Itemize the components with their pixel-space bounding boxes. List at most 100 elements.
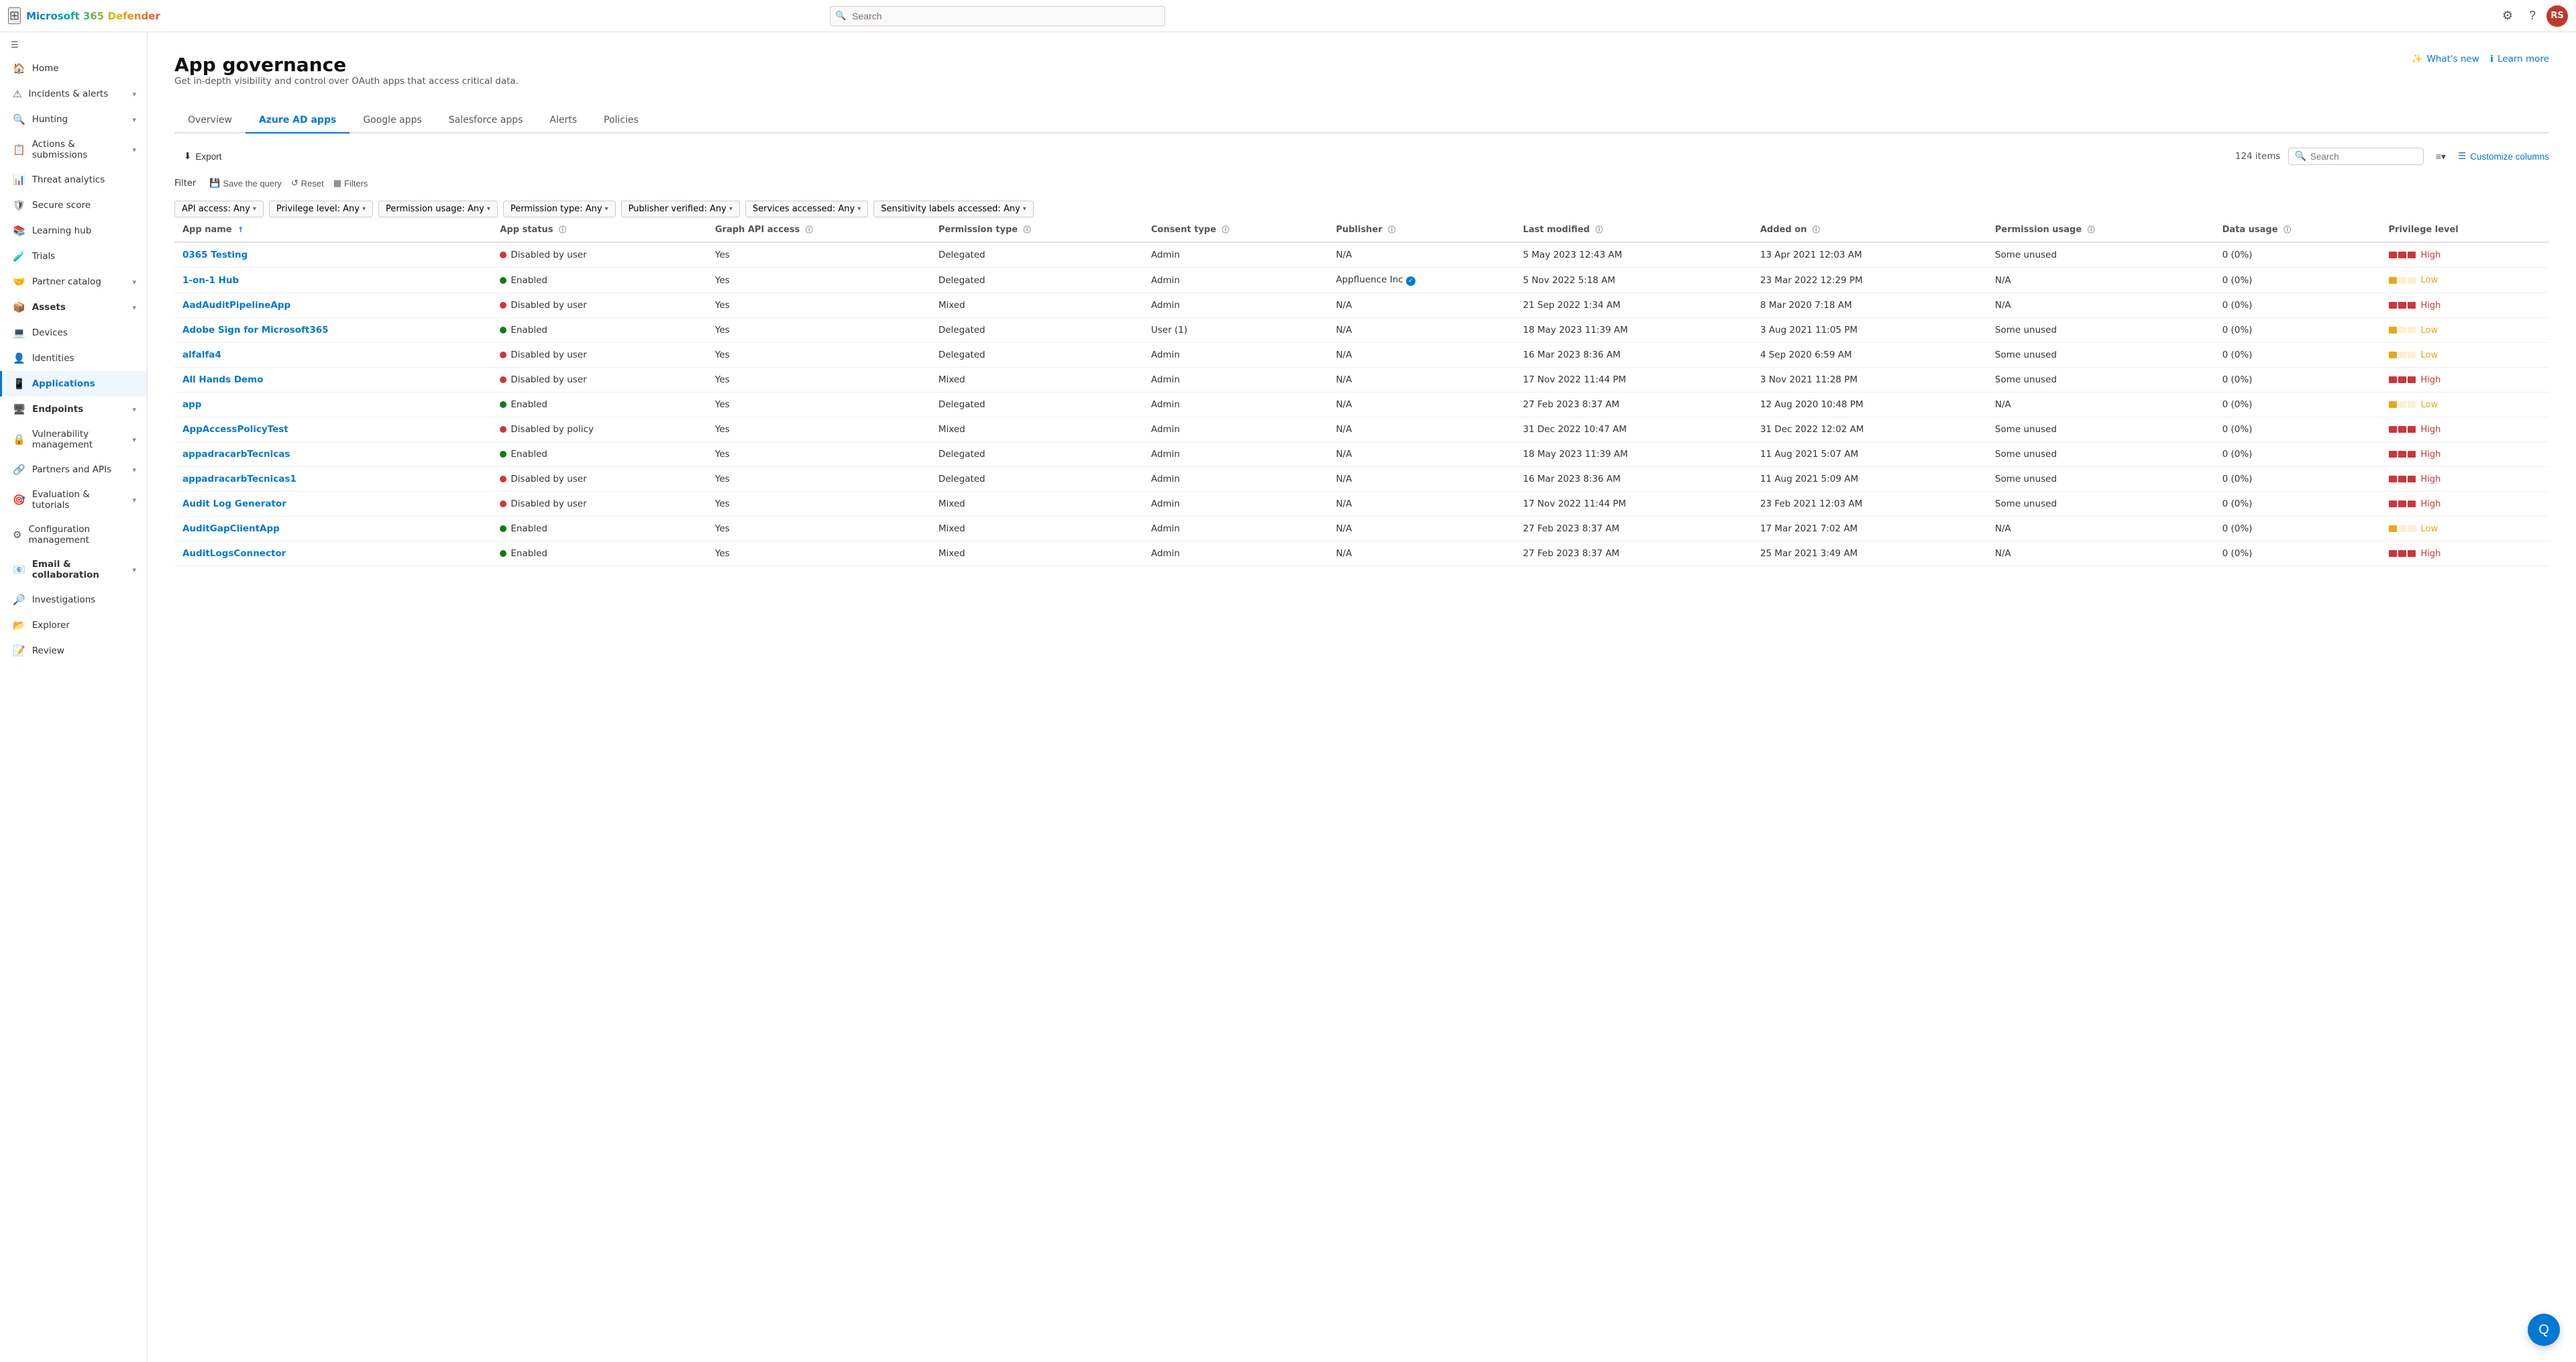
tab-google-apps[interactable]: Google apps [350, 108, 435, 134]
sidebar-item-applications[interactable]: 📱 Applications [0, 371, 147, 397]
save-query-button[interactable]: 💾 Save the query [207, 176, 284, 190]
app-name-link[interactable]: AuditGapClientApp [182, 523, 280, 534]
sidebar-item-home[interactable]: 🏠 Home [0, 56, 147, 81]
sidebar-collapse-button[interactable]: ☰ [0, 35, 147, 56]
filters-button[interactable]: ▦ Filters [331, 176, 371, 190]
brand-name: Microsoft 365 Defender [26, 10, 160, 22]
app-name-link[interactable]: alfalfa4 [182, 350, 221, 360]
tab-overview[interactable]: Overview [174, 108, 246, 134]
sidebar-section-endpoints[interactable]: 🖥 Endpoints ▾ [0, 397, 147, 422]
sidebar-label-endpoints: Endpoints [32, 404, 83, 415]
sidebar-item-devices[interactable]: 💻 Devices [0, 320, 147, 346]
filter-chip-services[interactable]: Services accessed: Any ▾ [745, 201, 868, 217]
app-name-link[interactable]: AuditLogsConnector [182, 548, 286, 559]
col-last-modified[interactable]: Last modified ⓘ [1515, 217, 1752, 242]
filter-chip-privilege[interactable]: Privilege level: Any ▾ [269, 201, 373, 217]
col-permission-usage[interactable]: Permission usage ⓘ [1987, 217, 2214, 242]
sidebar-section-email[interactable]: 📧 Email & collaboration ▾ [0, 552, 147, 587]
floating-action-button[interactable]: Q [2528, 1314, 2560, 1346]
col-publisher[interactable]: Publisher ⓘ [1328, 217, 1515, 242]
sidebar-item-config[interactable]: ⚙ Configuration management [0, 517, 147, 552]
sidebar-item-review[interactable]: 📝 Review [0, 638, 147, 664]
sidebar-item-trials[interactable]: 🧪 Trials [0, 244, 147, 269]
customize-columns-button[interactable]: ☰ Customize columns [2458, 151, 2549, 162]
learn-more-button[interactable]: ℹ Learn more [2490, 54, 2549, 64]
help-button[interactable]: ? [2524, 6, 2541, 25]
waffle-menu-button[interactable]: ⊞ [8, 7, 21, 24]
filter-chip-api-access[interactable]: API access: Any ▾ [174, 201, 264, 217]
sidebar-item-identities[interactable]: 👤 Identities [0, 346, 147, 371]
cell-publisher: N/A [1328, 293, 1515, 318]
sidebar-item-partner[interactable]: 🤝 Partner catalog ▾ [0, 269, 147, 295]
group-button[interactable]: ≡▾ [2432, 148, 2450, 165]
table-row: appadracarbTecnicas1 Disabled by user Ye… [174, 467, 2549, 492]
info-icon: ⓘ [1595, 225, 1603, 234]
export-button[interactable]: ⬇ Export [174, 147, 231, 166]
sidebar-item-partners[interactable]: 🔗 Partners and APIs ▾ [0, 457, 147, 482]
avatar[interactable]: RS [2546, 5, 2568, 27]
cell-consent-type: Admin [1143, 392, 1328, 417]
config-icon: ⚙ [13, 529, 21, 541]
filter-chip-publisher-verified[interactable]: Publisher verified: Any ▾ [621, 201, 740, 217]
sidebar-item-investigations[interactable]: 🔎 Investigations [0, 587, 147, 613]
cell-app-status: Disabled by user [492, 467, 706, 492]
sidebar-item-vulnerability[interactable]: 🔒 Vulnerability management ▾ [0, 422, 147, 457]
col-app-status[interactable]: App status ⓘ [492, 217, 706, 242]
cell-app-status: Disabled by user [492, 492, 706, 517]
filter-chip-permission-type[interactable]: Permission type: Any ▾ [503, 201, 616, 217]
tab-salesforce-apps[interactable]: Salesforce apps [435, 108, 537, 134]
col-permission-type[interactable]: Permission type ⓘ [930, 217, 1143, 242]
cell-last-modified: 5 Nov 2022 5:18 AM [1515, 268, 1752, 293]
info-icon: ⓘ [1388, 225, 1395, 234]
filter-chip-permission-usage[interactable]: Permission usage: Any ▾ [378, 201, 498, 217]
col-app-name[interactable]: App name ↑ [174, 217, 492, 242]
tab-policies[interactable]: Policies [590, 108, 652, 134]
col-consent-type[interactable]: Consent type ⓘ [1143, 217, 1328, 242]
cell-app-status: Enabled [492, 541, 706, 566]
tab-azure-ad-apps[interactable]: Azure AD apps [246, 108, 350, 134]
tab-alerts[interactable]: Alerts [536, 108, 590, 134]
sidebar-item-secure[interactable]: 🛡 Secure score [0, 193, 147, 218]
filter-chip-sensitivity[interactable]: Sensitivity labels accessed: Any ▾ [873, 201, 1034, 217]
app-name-link[interactable]: appadracarbTecnicas1 [182, 474, 297, 484]
status-text: Disabled by user [511, 300, 586, 311]
reset-button[interactable]: ↺ Reset [288, 176, 327, 190]
cell-consent-type: Admin [1143, 492, 1328, 517]
col-data-usage[interactable]: Data usage ⓘ [2214, 217, 2381, 242]
sidebar-item-threat[interactable]: 📊 Threat analytics [0, 167, 147, 193]
export-icon: ⬇ [184, 151, 191, 162]
sidebar-item-learning[interactable]: 📚 Learning hub [0, 218, 147, 244]
whats-new-button[interactable]: ✨ What's new [2412, 54, 2479, 64]
cell-permission-type: Delegated [930, 318, 1143, 343]
sidebar-item-actions[interactable]: 📋 Actions & submissions ▾ [0, 132, 147, 167]
status-text: Disabled by user [511, 374, 586, 385]
sidebar-item-evaluation[interactable]: 🎯 Evaluation & tutorials ▾ [0, 482, 147, 517]
filter-chip-services-label: Services accessed: Any [753, 204, 855, 214]
col-graph-api[interactable]: Graph API access ⓘ [707, 217, 930, 242]
app-name-link[interactable]: All Hands Demo [182, 374, 264, 385]
sidebar-item-incidents[interactable]: ⚠ Incidents & alerts ▾ [0, 81, 147, 107]
sidebar-section-assets[interactable]: 📦 Assets ▾ [0, 295, 147, 320]
table-search-input[interactable] [2310, 152, 2418, 162]
sidebar-item-hunting[interactable]: 🔍 Hunting ▾ [0, 107, 147, 132]
settings-button[interactable]: ⚙ [2497, 6, 2518, 25]
sidebar-item-explorer[interactable]: 📂 Explorer [0, 613, 147, 638]
app-name-link[interactable]: Audit Log Generator [182, 499, 286, 509]
cell-consent-type: Admin [1143, 268, 1328, 293]
cell-permission-usage: Some unused [1987, 467, 2214, 492]
app-name-link[interactable]: 0365 Testing [182, 250, 248, 260]
app-name-link[interactable]: Adobe Sign for Microsoft365 [182, 325, 329, 335]
col-privilege-level[interactable]: Privilege level [2381, 217, 2550, 242]
cell-added-on: 12 Aug 2020 10:48 PM [1752, 392, 1987, 417]
cell-graph-api: Yes [707, 368, 930, 392]
app-name-link[interactable]: AadAuditPipelineApp [182, 300, 290, 311]
app-name-link[interactable]: app [182, 399, 201, 410]
cell-data-usage: 0 (0%) [2214, 541, 2381, 566]
table-row: app Enabled Yes Delegated Admin N/A 27 F… [174, 392, 2549, 417]
topbar-search-input[interactable] [830, 6, 1165, 26]
app-name-link[interactable]: appadracarbTecnicas [182, 449, 290, 460]
app-name-link[interactable]: 1-on-1 Hub [182, 275, 239, 286]
col-added-on[interactable]: Added on ⓘ [1752, 217, 1987, 242]
sidebar-label-learning: Learning hub [32, 225, 92, 236]
app-name-link[interactable]: AppAccessPolicyTest [182, 424, 288, 435]
